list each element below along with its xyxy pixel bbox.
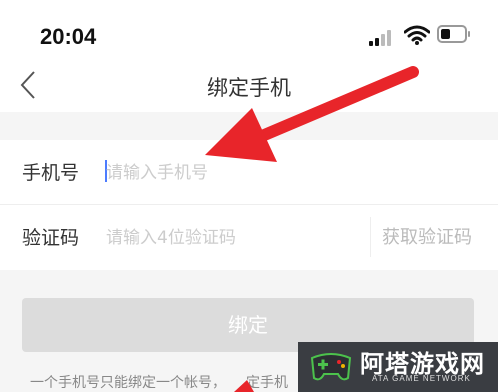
- annotation-arrow-icon: [234, 380, 254, 392]
- watermark-subtitle: ATA GAME NETWORK: [372, 374, 471, 383]
- watermark-logo: 阿塔游戏网 ATA GAME NETWORK: [298, 342, 498, 392]
- gamepad-icon: [310, 353, 352, 381]
